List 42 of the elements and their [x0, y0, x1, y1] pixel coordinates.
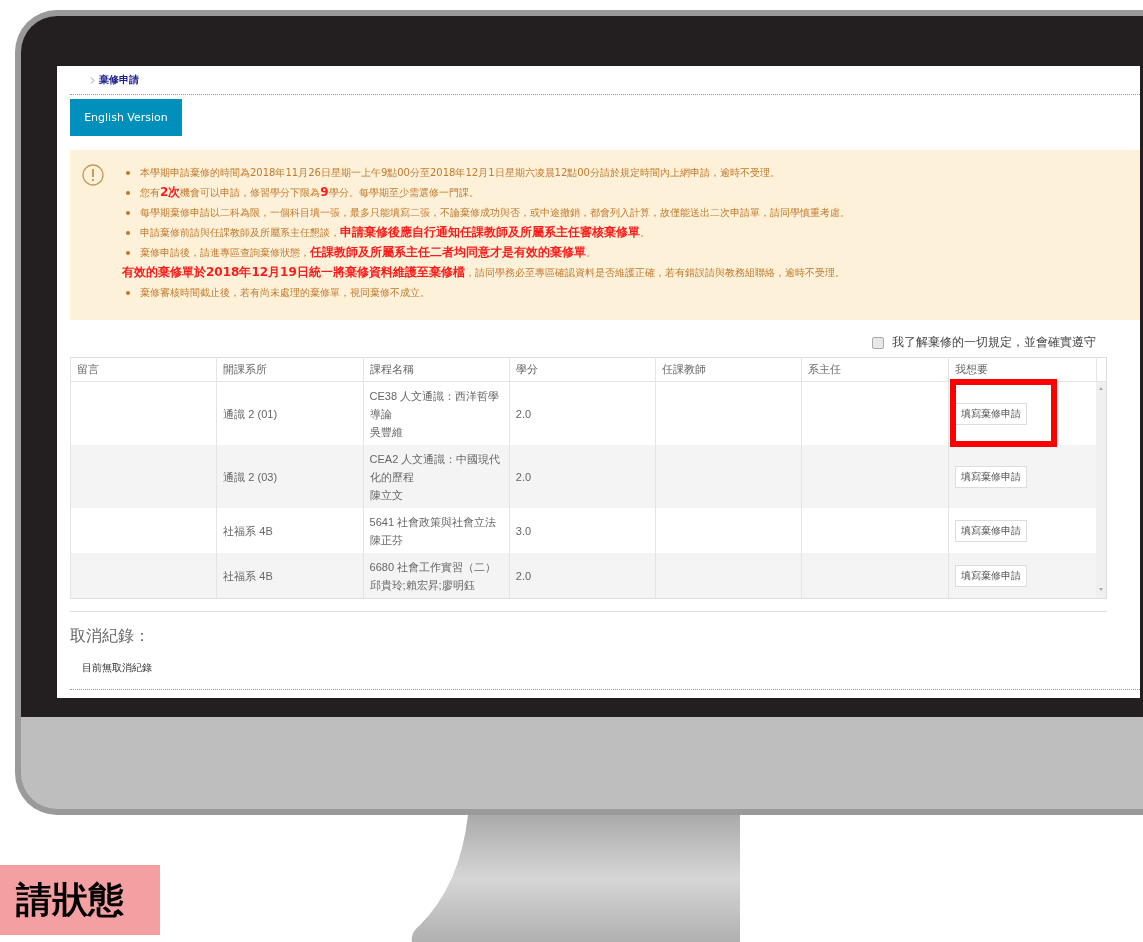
notice-text: 本學期申請棄修的時間為2018年11月26日星期一上午9點00分至2018年12月1日星期六凌晨12點00分請於規定時間內上網申請，逾時不受理。 — [140, 166, 780, 180]
notice-text: 申請棄修前請與任課教師及所屬系主任懇談，申請棄修後應自行通知任課教師及所屬系主任審核棄修單。 — [140, 224, 650, 241]
column-header: 開課系所 — [216, 357, 364, 382]
breadcrumb-link[interactable]: 棄修申請 — [99, 73, 139, 87]
department-cell: 社福系 4B — [216, 553, 364, 599]
cancel-records-title: 取消紀錄： — [70, 626, 151, 647]
course-name: CEA2 人文通識：中國現代化的歷程 — [369, 451, 502, 485]
bullet-dot — [126, 290, 130, 295]
notice-text: 棄修審核時間截止後，若有尚未處理的棄修單，視同棄修不成立。 — [140, 286, 430, 300]
column-header: 我想要 — [948, 357, 1097, 382]
column-header: 任課教師 — [655, 357, 802, 382]
checkbox-square[interactable] — [872, 336, 884, 349]
apply-withdrawal-button[interactable]: 填寫棄修申請 — [954, 465, 1027, 488]
notice-text: 每學期棄修申請以二科為限，一個科目填一張，最多只能填寫二張，不論棄修成功與否，或中途撤銷，都會列入計算，故僅能送出二次申請單，請同學慎重考慮。 — [140, 206, 850, 220]
instructor-name: 邱貴玲;賴宏昇;廖明鈺 — [369, 577, 476, 593]
cancel-records-message: 目前無取消紀錄 — [82, 661, 153, 675]
credits-cell: 2.0 — [509, 553, 656, 599]
course-name: 6680 社會工作實習（二） — [369, 559, 498, 575]
apply-withdrawal-button[interactable]: 填寫棄修申請 — [954, 564, 1027, 587]
instructor-name: 陳正芬 — [369, 532, 404, 548]
instructor-name: 陳立文 — [369, 487, 404, 503]
bullet-dot — [126, 210, 130, 215]
course-name: 5641 社會政策與社會立法 — [369, 514, 498, 530]
column-header: 系主任 — [801, 357, 949, 382]
bullet-dot — [126, 230, 130, 235]
apply-withdrawal-button[interactable]: 填寫棄修申請 — [954, 519, 1027, 542]
apply-withdrawal-button[interactable]: 填寫棄修申請 — [954, 402, 1027, 425]
bullet-dot — [126, 190, 130, 195]
chevron-icon — [90, 76, 95, 84]
bullet-dot — [126, 250, 130, 255]
alert-icon — [82, 164, 104, 186]
notice-text: 您有2次機會可以申請，修習學分下限為9學分。每學期至少需選修一門課。 — [140, 184, 479, 201]
caption-label: 請狀態 — [0, 865, 160, 935]
notice-text: 棄修申請後，請進專區查詢棄修狀態，任課教師及所屬系主任二者均同意才是有效的棄修單。 — [140, 244, 596, 261]
bullet-dot — [126, 170, 130, 175]
column-header: 留言 — [70, 357, 217, 382]
instructor-name: 吳豐維 — [369, 424, 404, 440]
notice-text: 有效的棄修單於2018年12月19日統一將棄修資料維護至棄修檔，請同學務必至專區確認資料是否維護正確，若有錯誤請與教務組聯絡，逾時不受理。 — [122, 264, 845, 281]
course-name: CE38 人文通識：西洋哲學導論 — [369, 388, 501, 422]
english-version-button[interactable]: English Version — [70, 99, 182, 136]
column-header: 學分 — [509, 357, 656, 382]
column-header: 課程名稱 — [363, 357, 510, 382]
